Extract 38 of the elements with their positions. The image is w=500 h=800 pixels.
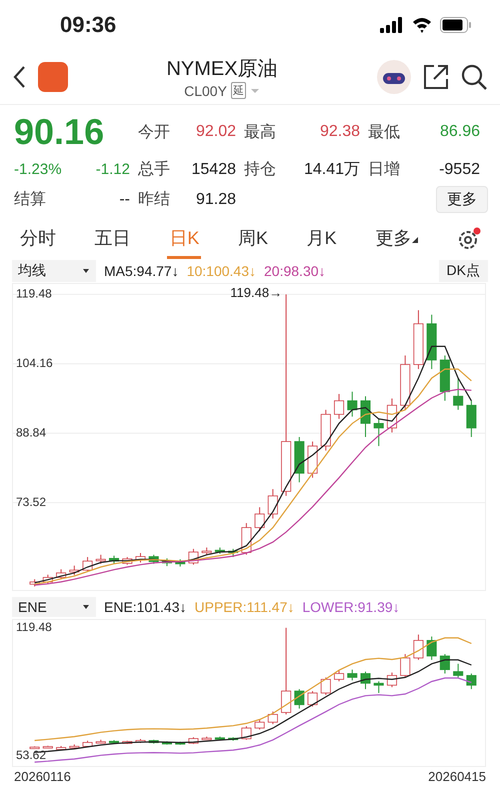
end-date: 20260415 bbox=[428, 769, 486, 784]
stat-label: 日增 bbox=[368, 160, 401, 180]
stat-label: 最高 bbox=[244, 122, 277, 142]
stat-label: 今开 bbox=[138, 122, 171, 142]
stat-value: -- bbox=[118, 190, 131, 208]
stat-value: 91.28 bbox=[194, 190, 237, 208]
axis-label: 119.48 bbox=[16, 286, 52, 301]
change-amount: -1.12 bbox=[94, 161, 131, 178]
legend-value: UPPER:111.47↓ bbox=[194, 599, 294, 615]
axis-label: 53.62 bbox=[16, 748, 46, 762]
stat-label: 昨结 bbox=[138, 190, 171, 210]
stat-value: 86.96 bbox=[438, 123, 481, 141]
axis-label: 73.52 bbox=[16, 494, 46, 509]
stat-value: 92.38 bbox=[318, 123, 361, 141]
delay-tag: 延 bbox=[230, 82, 246, 99]
stat-value: 15428 bbox=[190, 160, 237, 178]
stat-label: 结算 bbox=[14, 190, 47, 210]
change-percent: -1.23% bbox=[14, 161, 63, 178]
stat-label: 总手 bbox=[138, 160, 171, 180]
instrument-title: NYMEX原油 bbox=[166, 57, 278, 82]
axis-label: 104.16 bbox=[16, 356, 53, 370]
start-date: 20260116 bbox=[14, 769, 71, 784]
stat-value: 14.41万 bbox=[302, 160, 361, 180]
legend-value: MA5:94.77↓ bbox=[104, 263, 179, 279]
legend-value: LOWER:91.39↓ bbox=[302, 599, 400, 615]
stat-label: 最低 bbox=[368, 122, 401, 142]
instrument-code: CL00Y bbox=[184, 82, 227, 98]
legend-value: 10:100.43↓ bbox=[186, 263, 256, 279]
legend-value: ENE:101.43↓ bbox=[104, 599, 186, 615]
stat-value: -9552 bbox=[438, 160, 481, 178]
clock: 09:36 bbox=[60, 12, 116, 38]
legend-value: 20:98.30↓ bbox=[264, 263, 326, 279]
axis-label: 88.84 bbox=[16, 425, 46, 440]
axis-label: 119.48 bbox=[16, 620, 52, 634]
stat-value: 92.02 bbox=[194, 123, 237, 141]
last-price: 90.16 bbox=[14, 111, 106, 153]
peak-price-label: 119.48→ bbox=[230, 285, 282, 300]
stat-label: 持仓 bbox=[244, 160, 277, 180]
